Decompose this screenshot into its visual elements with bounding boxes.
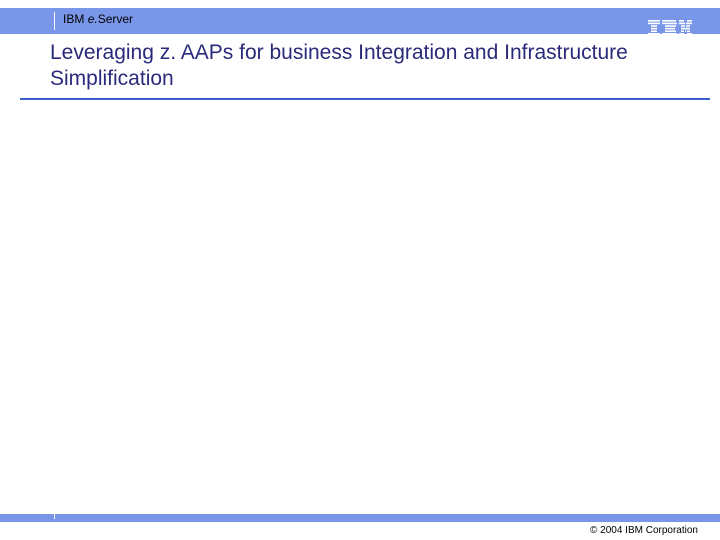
product-name: e.Server [88, 12, 133, 26]
product-suffix: Server [98, 12, 133, 26]
product-prefix: e. [88, 12, 98, 26]
banner-divider [54, 12, 55, 30]
slide-title: Leveraging z. AAPs for business Integrat… [50, 40, 670, 93]
ibm-logo-svg [648, 20, 692, 38]
top-banner: IBM e.Server [0, 8, 720, 34]
title-underline [20, 98, 710, 100]
title-container: Leveraging z. AAPs for business Integrat… [50, 40, 670, 93]
footer-divider [54, 505, 55, 519]
banner-brand-text: IBM e.Server [63, 13, 133, 25]
copyright-text: © 2004 IBM Corporation [590, 525, 698, 536]
brand-name: IBM [63, 12, 84, 26]
footer-bar [0, 514, 720, 522]
slide: IBM e.Server [0, 0, 720, 540]
